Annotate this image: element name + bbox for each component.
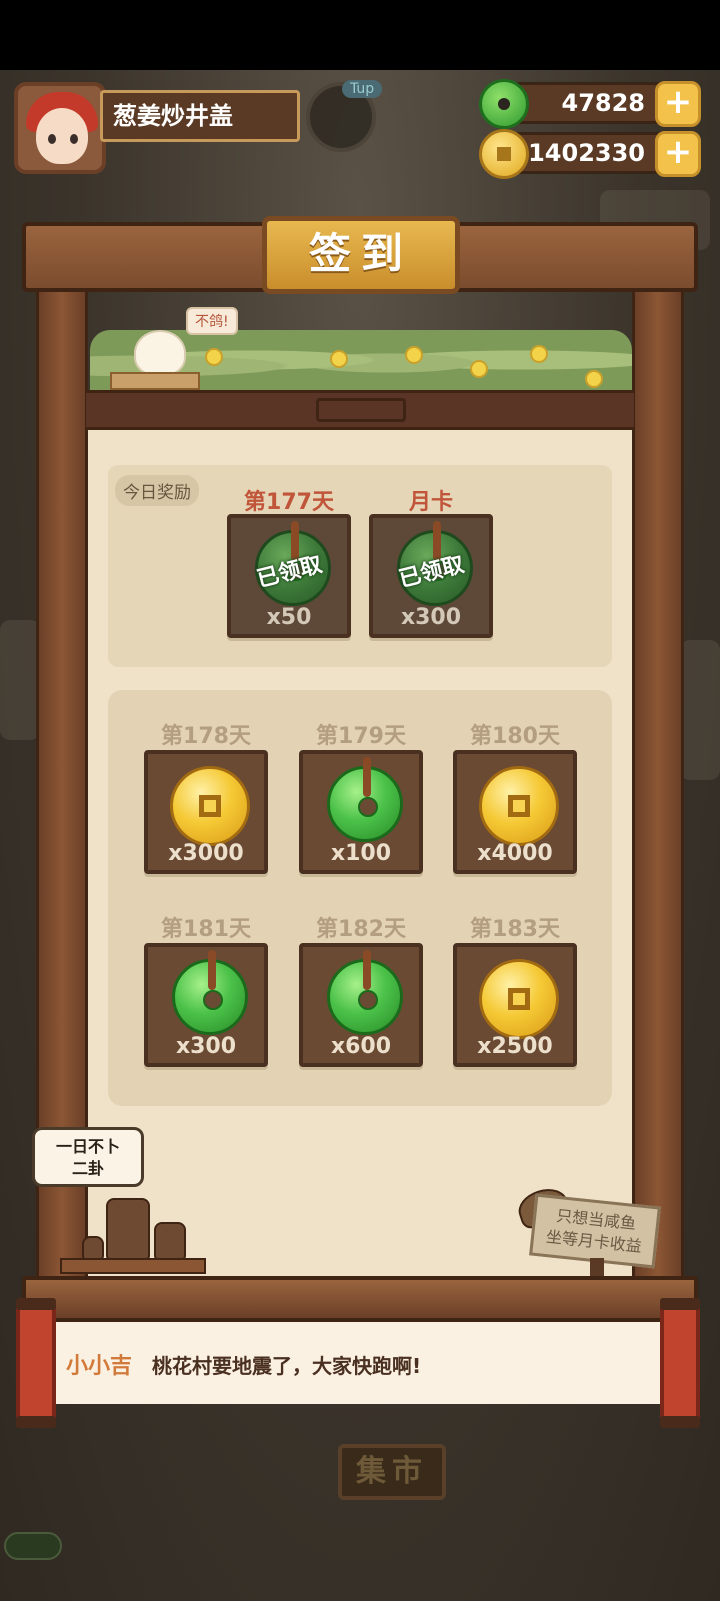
flower-icon bbox=[330, 350, 348, 368]
reward-quantity: x100 bbox=[330, 841, 392, 866]
jade-amount: 47828 bbox=[561, 89, 646, 117]
jade-icon bbox=[172, 950, 248, 1035]
status-bar bbox=[0, 0, 720, 70]
bottom-toggle[interactable] bbox=[4, 1532, 62, 1560]
flower-icon bbox=[585, 370, 603, 388]
add-jade-button[interactable]: + bbox=[655, 81, 701, 127]
avatar-eye bbox=[70, 134, 78, 144]
day-label: 第178天 bbox=[161, 724, 251, 749]
day-label: 第183天 bbox=[470, 917, 560, 942]
coin-icon bbox=[170, 766, 250, 846]
flower-icon bbox=[530, 345, 548, 363]
faded-tag: Tup bbox=[342, 80, 383, 98]
reward-tile-today: 已领取 x50 bbox=[227, 514, 351, 638]
coin-amount: 1402330 bbox=[528, 139, 645, 167]
jade-icon bbox=[327, 950, 403, 1035]
day-label: 第182天 bbox=[316, 917, 406, 942]
jade-currency-bar: 47828 + bbox=[479, 79, 701, 129]
reward-quantity: x50 bbox=[266, 605, 312, 630]
reward-tile[interactable]: x300 bbox=[144, 943, 268, 1067]
reward-tile-monthly-card: 已领取 x300 bbox=[369, 514, 493, 638]
coin-icon bbox=[479, 959, 559, 1039]
reward-tile[interactable]: x4000 bbox=[453, 750, 577, 874]
background-building bbox=[0, 620, 40, 740]
add-coin-button[interactable]: + bbox=[655, 131, 701, 177]
bubble-line: 二卦 bbox=[71, 1159, 104, 1178]
reward-tile[interactable]: x100 bbox=[299, 750, 423, 874]
reward-quantity: x300 bbox=[175, 1034, 237, 1059]
flower-icon bbox=[405, 346, 423, 364]
dialogue-speaker: 小小吉 bbox=[66, 1354, 133, 1379]
day-label: 第179天 bbox=[316, 724, 406, 749]
checkin-title: 签到 bbox=[262, 216, 460, 294]
frame-right-pillar bbox=[632, 252, 684, 1292]
reward-quantity: x4000 bbox=[477, 841, 553, 866]
avatar-face bbox=[36, 108, 88, 164]
shelf bbox=[60, 1258, 206, 1274]
flower-icon bbox=[470, 360, 488, 378]
coin-icon bbox=[479, 766, 559, 846]
chick-mascot bbox=[134, 330, 186, 376]
flower-icon bbox=[205, 348, 223, 366]
dialogue-text: 桃花村要地震了，大家快跑啊! bbox=[152, 1354, 422, 1378]
day-label: 第181天 bbox=[161, 917, 251, 942]
reward-tile[interactable]: x3000 bbox=[144, 750, 268, 874]
scroll-end-left bbox=[16, 1298, 56, 1428]
coin-icon bbox=[479, 129, 529, 179]
today-reward-label: 第177天 bbox=[244, 490, 334, 515]
reward-tile[interactable]: x600 bbox=[299, 943, 423, 1067]
reward-tile[interactable]: x2500 bbox=[453, 943, 577, 1067]
chick-speech: 不鸽! bbox=[186, 307, 238, 335]
today-tag: 今日奖励 bbox=[115, 475, 199, 506]
chick-crate bbox=[110, 372, 200, 390]
scroll-end-right bbox=[660, 1298, 700, 1428]
fortune-speech-bubble: 一日不卜 二卦 bbox=[32, 1127, 144, 1187]
reward-quantity: x300 bbox=[400, 605, 462, 630]
reward-quantity: x3000 bbox=[168, 841, 244, 866]
lintel-ornament bbox=[316, 398, 406, 422]
day-label: 第180天 bbox=[470, 724, 560, 749]
reward-quantity: x600 bbox=[330, 1034, 392, 1059]
jade-icon bbox=[327, 757, 403, 842]
player-name: 葱姜炒井盖 bbox=[100, 90, 300, 142]
reward-quantity: x2500 bbox=[477, 1034, 553, 1059]
coin-currency-bar: 1402330 + bbox=[479, 129, 701, 179]
bubble-line: 一日不卜 bbox=[55, 1137, 120, 1156]
background-building bbox=[680, 640, 720, 780]
player-avatar[interactable] bbox=[14, 82, 106, 174]
monthly-card-label: 月卡 bbox=[408, 490, 453, 515]
market-button[interactable]: 集市 bbox=[338, 1444, 446, 1500]
frame-bottom-beam bbox=[22, 1276, 698, 1322]
avatar-eye bbox=[48, 134, 56, 144]
jade-icon bbox=[479, 79, 529, 129]
